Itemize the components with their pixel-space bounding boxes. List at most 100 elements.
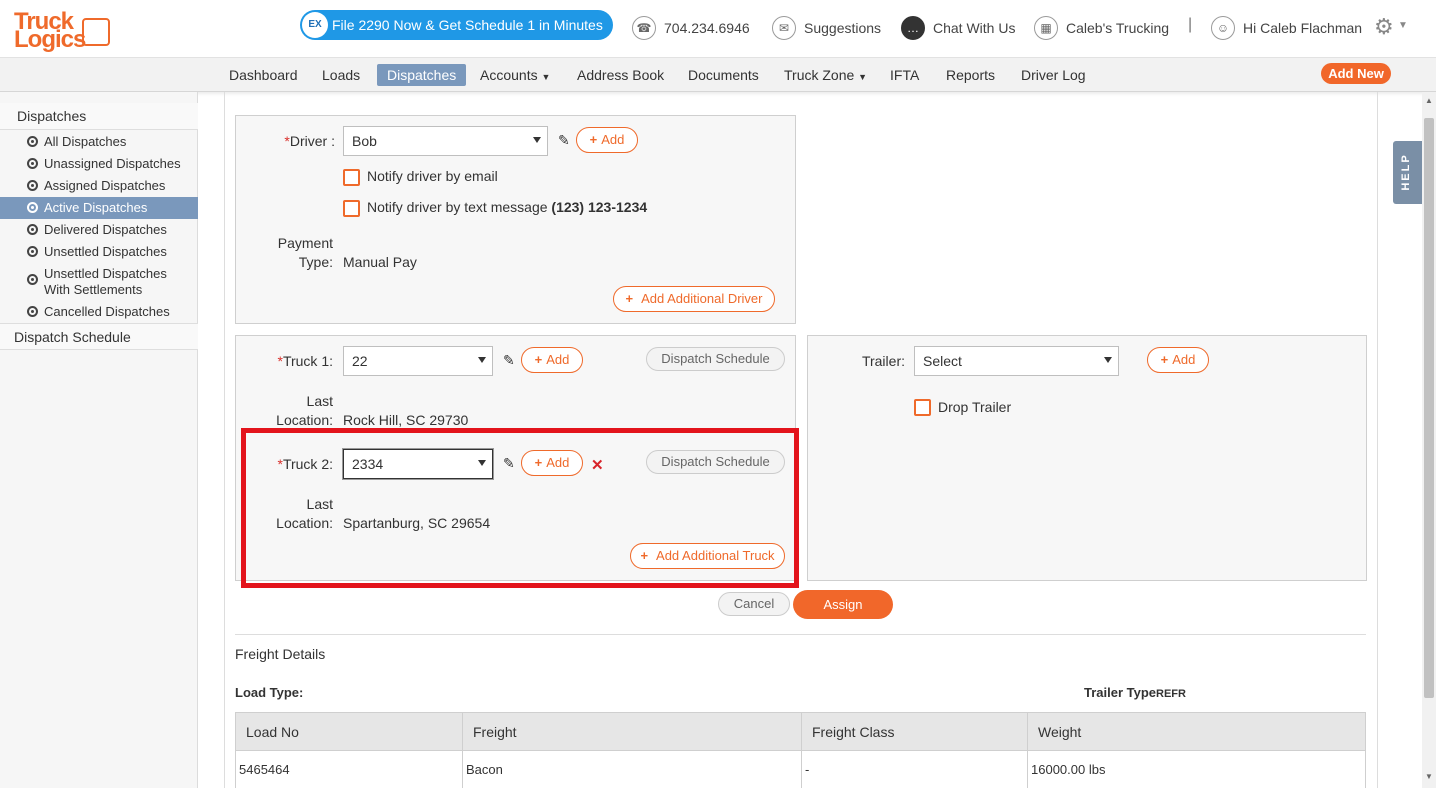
sidebar-item-unsettled-dispatches[interactable]: Unsettled Dispatches bbox=[0, 243, 198, 265]
nav-ifta[interactable]: IFTA bbox=[880, 64, 929, 86]
suggestions-link[interactable]: ✉ Suggestions bbox=[772, 16, 881, 40]
notify-email-checkbox[interactable] bbox=[343, 169, 360, 186]
add-new-button[interactable]: Add New bbox=[1321, 63, 1391, 84]
phone-link[interactable]: ☎ 704.234.6946 bbox=[632, 16, 750, 40]
dropdown-caret-icon bbox=[1104, 357, 1112, 363]
circle-arrow-icon bbox=[27, 224, 38, 235]
sidebar-item-all-dispatches[interactable]: All Dispatches bbox=[0, 133, 198, 155]
sidebar-item-unassigned-dispatches[interactable]: Unassigned Dispatches bbox=[0, 155, 198, 177]
truck2-last-label-1: Last bbox=[306, 496, 333, 512]
scroll-down-arrow-icon[interactable]: ▼ bbox=[1425, 772, 1433, 781]
sidebar-item-label: Unassigned Dispatches bbox=[44, 156, 181, 171]
user-avatar-icon: ☺ bbox=[1211, 16, 1235, 40]
nav-truck-zone-label: Truck Zone bbox=[784, 67, 855, 83]
notify-phone-number: (123) 123-1234 bbox=[551, 199, 648, 215]
add-additional-driver-label: Add Additional Driver bbox=[641, 291, 763, 306]
sidebar: Dispatches All Dispatches Unassigned Dis… bbox=[0, 92, 198, 788]
sidebar-item-active-dispatches[interactable]: Active Dispatches bbox=[0, 197, 198, 219]
cancel-button[interactable]: Cancel bbox=[718, 592, 790, 616]
edit-truck2-pencil-icon[interactable]: ✎ bbox=[503, 455, 515, 472]
nav-reports[interactable]: Reports bbox=[936, 64, 1005, 86]
nav-driver-log[interactable]: Driver Log bbox=[1011, 64, 1096, 86]
dropdown-caret-icon bbox=[478, 357, 486, 363]
settings-caret-icon[interactable]: ▼ bbox=[1398, 20, 1408, 31]
truck1-select[interactable]: 22 bbox=[343, 346, 493, 376]
notify-email-label: Notify driver by email bbox=[367, 168, 498, 184]
nav-loads[interactable]: Loads bbox=[312, 64, 370, 86]
settings-gear-icon[interactable]: ⚙ bbox=[1374, 14, 1394, 40]
chat-bubble-icon: … bbox=[901, 16, 925, 40]
plus-icon: + bbox=[625, 291, 634, 306]
nav-truck-zone[interactable]: Truck Zone ▼ bbox=[774, 64, 877, 86]
driver-select[interactable]: Bob bbox=[343, 126, 548, 156]
drop-trailer-label: Drop Trailer bbox=[938, 399, 1012, 415]
sidebar-item-label: Unsettled Dispatches With Settlements bbox=[44, 266, 167, 297]
sidebar-dispatch-schedule[interactable]: Dispatch Schedule bbox=[0, 323, 198, 350]
truck-logics-logo[interactable]: Truck Logics bbox=[12, 8, 112, 53]
circle-arrow-icon bbox=[27, 306, 38, 317]
trailer-type-value: REFR bbox=[1156, 688, 1186, 700]
add-trailer-label: Add bbox=[1172, 352, 1196, 367]
trailer-label: Trailer: bbox=[861, 353, 905, 369]
circle-arrow-icon bbox=[27, 274, 38, 285]
scrollbar-thumb[interactable] bbox=[1424, 118, 1434, 698]
sidebar-item-label: Active Dispatches bbox=[44, 200, 148, 215]
cell-load-no: 5465464 bbox=[236, 751, 463, 788]
truck2-select-value: 2334 bbox=[352, 456, 384, 472]
truck1-select-value: 22 bbox=[352, 353, 368, 369]
user-greeting: Hi Caleb Flachman bbox=[1243, 20, 1363, 36]
nav-address-book[interactable]: Address Book bbox=[567, 64, 674, 86]
freight-details-title: Freight Details bbox=[235, 646, 326, 662]
chat-label: Chat With Us bbox=[933, 20, 1016, 36]
nav-dispatches[interactable]: Dispatches bbox=[377, 64, 467, 86]
add-driver-button[interactable]: + Add bbox=[576, 127, 638, 153]
trailer-select-value: Select bbox=[923, 353, 962, 369]
truck2-select[interactable]: 2334 bbox=[343, 449, 493, 479]
add-additional-truck-button[interactable]: + Add Additional Truck bbox=[630, 543, 785, 569]
sidebar-item-unsettled-with-settlements[interactable]: Unsettled Dispatches With Settlements bbox=[0, 265, 198, 299]
add-truck1-button[interactable]: + Add bbox=[521, 347, 583, 373]
chat-link[interactable]: … Chat With Us bbox=[901, 16, 1015, 40]
nav-documents[interactable]: Documents bbox=[678, 64, 769, 86]
edit-truck1-pencil-icon[interactable]: ✎ bbox=[503, 352, 515, 369]
payment-type-label-2: Type: bbox=[298, 254, 333, 270]
nav-accounts-label: Accounts bbox=[480, 67, 538, 83]
add-trailer-button[interactable]: + Add bbox=[1147, 347, 1209, 373]
sidebar-item-cancelled-dispatches[interactable]: Cancelled Dispatches bbox=[0, 303, 198, 325]
truck1-label: *Truck 1: bbox=[277, 353, 334, 369]
dropdown-caret-icon bbox=[533, 137, 541, 143]
truck2-last-location: Spartanburg, SC 29654 bbox=[343, 515, 491, 531]
drop-trailer-checkbox[interactable] bbox=[914, 399, 931, 416]
load-type-label: Load Type: bbox=[235, 685, 304, 700]
add-truck2-button[interactable]: + Add bbox=[521, 450, 583, 476]
sidebar-heading-dispatches[interactable]: Dispatches bbox=[0, 103, 198, 130]
sidebar-item-delivered-dispatches[interactable]: Delivered Dispatches bbox=[0, 221, 198, 243]
sidebar-item-assigned-dispatches[interactable]: Assigned Dispatches bbox=[0, 177, 198, 199]
remove-truck2-close-icon[interactable]: ✕ bbox=[591, 456, 604, 474]
nav-accounts[interactable]: Accounts ▼ bbox=[470, 64, 560, 86]
truck1-dispatch-schedule-button[interactable]: Dispatch Schedule bbox=[646, 347, 785, 371]
add-additional-driver-button[interactable]: + Add Additional Driver bbox=[613, 286, 775, 312]
column-header-load-no: Load No bbox=[236, 713, 463, 752]
edit-driver-pencil-icon[interactable]: ✎ bbox=[558, 132, 570, 149]
scroll-up-arrow-icon[interactable]: ▲ bbox=[1425, 96, 1433, 105]
page-scrollbar[interactable]: ▲ ▼ bbox=[1422, 92, 1436, 788]
nav-dashboard[interactable]: Dashboard bbox=[219, 64, 308, 86]
plus-icon: + bbox=[640, 548, 649, 563]
sidebar-item-label: Assigned Dispatches bbox=[44, 178, 166, 193]
plus-icon: + bbox=[1160, 352, 1169, 367]
notify-text-checkbox[interactable] bbox=[343, 200, 360, 217]
company-link[interactable]: ▦ Caleb's Trucking bbox=[1034, 16, 1169, 40]
column-header-freight-class: Freight Class bbox=[802, 713, 1028, 752]
promo-banner-button[interactable]: EX File 2290 Now & Get Schedule 1 in Min… bbox=[300, 10, 613, 40]
freight-table-header: Load No Freight Freight Class Weight bbox=[235, 712, 1366, 752]
driver-select-value: Bob bbox=[352, 133, 377, 149]
truck2-dispatch-schedule-button[interactable]: Dispatch Schedule bbox=[646, 450, 785, 474]
assign-button[interactable]: Assign bbox=[793, 590, 893, 619]
top-bar: Truck Logics EX File 2290 Now & Get Sche… bbox=[0, 0, 1436, 58]
user-menu[interactable]: ☺ Hi Caleb Flachman bbox=[1211, 16, 1362, 40]
help-tab[interactable]: HELP bbox=[1393, 141, 1422, 204]
driver-label-text: Driver : bbox=[289, 133, 335, 149]
help-label: HELP bbox=[1400, 153, 1412, 191]
trailer-select[interactable]: Select bbox=[914, 346, 1119, 376]
